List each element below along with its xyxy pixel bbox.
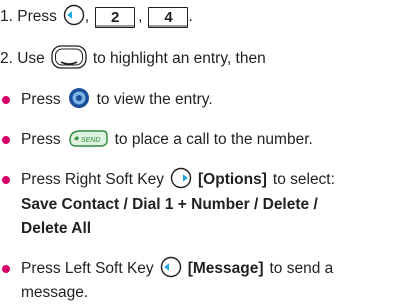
bullet-message-line-2: message. (21, 284, 89, 301)
step-1: 1. Press , 2 , 4 . (0, 4, 193, 30)
bullet-message-before: Press Left Soft Key (21, 260, 154, 277)
message-label: [Message] (187, 260, 264, 277)
bullet-call-before: Press (21, 131, 61, 148)
bullet-icon (2, 176, 10, 184)
bullet-icon (2, 265, 10, 273)
bullet-options-before: Press Right Soft Key (21, 171, 165, 188)
bullet-message-after: to send a (269, 260, 334, 277)
bullet-options-after: to select: (272, 171, 335, 188)
options-choices-line-2: Delete All (21, 220, 92, 237)
comma: , (138, 8, 143, 25)
bullet-message: Press Left Soft Key [Message] to send a (2, 256, 334, 283)
ok-key-icon (67, 87, 91, 114)
bullet-view-before: Press (21, 91, 61, 108)
options-label: [Options] (198, 171, 267, 188)
key-2: 2 (95, 6, 136, 28)
bullet-call-after: to place a call to the number. (114, 131, 313, 148)
step-2-after: to highlight an entry, then (92, 50, 266, 67)
bullet-icon (2, 96, 10, 104)
options-choices-line-1: Save Contact / Dial 1 + Number / Delete … (21, 196, 318, 213)
bullet-icon (2, 136, 10, 144)
bullet-call: Press SEND to place a call to the number… (2, 128, 313, 152)
key-4: 4 (148, 6, 189, 28)
right-soft-key-icon (170, 167, 192, 194)
period: . (188, 8, 193, 25)
svg-text:SEND: SEND (81, 137, 100, 144)
step-2-before: 2. Use (0, 50, 45, 67)
left-soft-key-icon (160, 256, 182, 283)
left-soft-key-icon (63, 4, 85, 31)
bullet-options: Press Right Soft Key [Options] to select… (2, 167, 335, 194)
send-key-icon: SEND (67, 127, 109, 154)
comma: , (84, 8, 90, 25)
step-2: 2. Use to highlight an entry, then (0, 44, 266, 74)
step-1-text: 1. Press (0, 8, 57, 25)
navigation-key-icon (51, 44, 87, 74)
bullet-view-after: to view the entry. (96, 91, 213, 108)
bullet-view: Press to view the entry. (2, 87, 213, 114)
